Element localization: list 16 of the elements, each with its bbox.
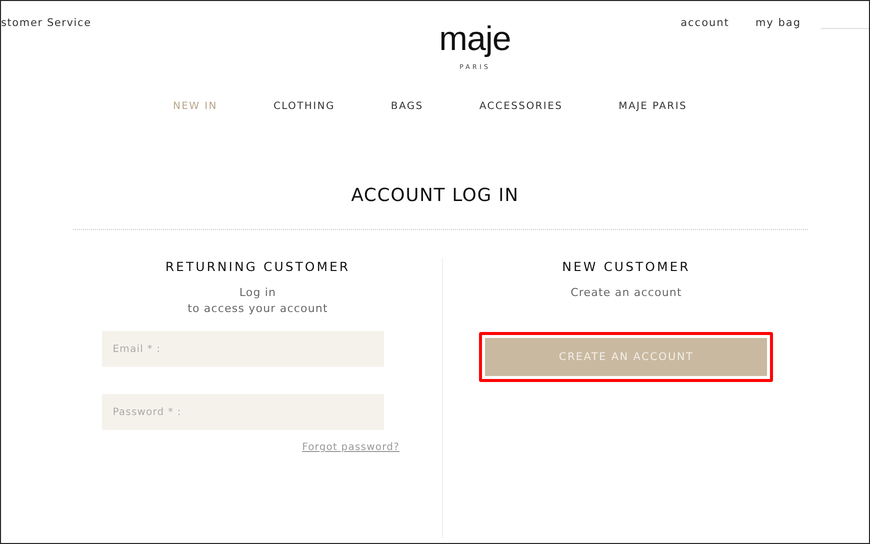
- nav-item[interactable]: ACCESSORIES: [479, 101, 563, 112]
- customer-service-link[interactable]: stomer Service: [1, 17, 261, 81]
- nav-item[interactable]: BAGS: [390, 101, 424, 112]
- header-link[interactable]: account: [680, 17, 730, 29]
- email-field[interactable]: Email * :: [102, 331, 384, 367]
- section-text: Log in: [239, 286, 276, 299]
- header-link[interactable]: my bag: [755, 17, 801, 29]
- nav-item[interactable]: MAJE PARIS: [618, 101, 688, 112]
- logo[interactable]: maje: [439, 21, 511, 57]
- section-heading: RETURNING CUSTOMER: [165, 259, 350, 274]
- password-field[interactable]: Password * :: [102, 394, 384, 430]
- section-heading: NEW CUSTOMER: [562, 259, 690, 274]
- section-text: Create an account: [570, 286, 682, 299]
- section-text: to access your account: [188, 302, 328, 315]
- nav-item[interactable]: CLOTHING: [273, 101, 335, 112]
- page-title: ACCOUNT LOG IN: [350, 185, 520, 207]
